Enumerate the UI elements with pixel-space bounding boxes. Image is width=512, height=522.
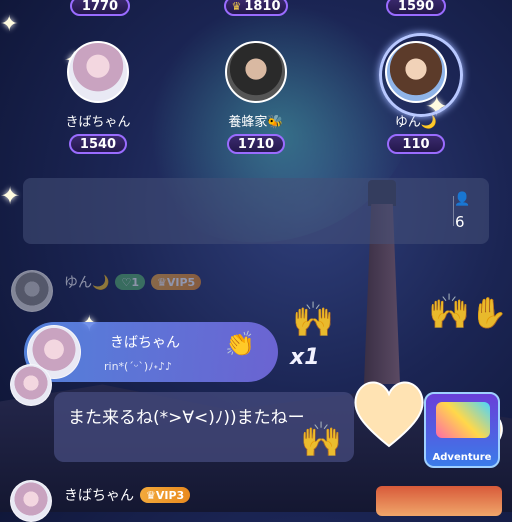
vip-badge: ♛ VIP3 bbox=[140, 487, 191, 503]
vip-badge: ♛ VIP5 bbox=[150, 274, 202, 290]
game-thumbnail bbox=[436, 402, 490, 438]
chat-username[interactable]: ゆん🌙 bbox=[64, 272, 109, 292]
heart-icon bbox=[354, 381, 424, 448]
seat-name: 養蜂家🐝 bbox=[228, 115, 284, 130]
seat-score-top-1: 1770 bbox=[70, 0, 130, 16]
seat-score-top-3: 1590 bbox=[386, 0, 446, 16]
avatar[interactable] bbox=[225, 41, 287, 103]
seat-name: きばちゃん bbox=[65, 115, 131, 130]
room-info-panel[interactable] bbox=[23, 178, 489, 244]
chat-user-line: ゆん🌙 ♡ 1 ♛ VIP5 bbox=[64, 272, 202, 292]
sparkle-icon: ✦ bbox=[0, 12, 19, 37]
seat-score: 1710 bbox=[227, 134, 285, 154]
chat-avatar[interactable] bbox=[10, 364, 52, 406]
clap-hand-icon: 🙌 bbox=[300, 420, 343, 460]
seat-score: 110 bbox=[387, 134, 445, 154]
game-label: Adventure bbox=[432, 452, 492, 463]
clap-hand-icon: 🙌 bbox=[292, 300, 335, 340]
seat-score-top-2: ♛ 1810 bbox=[224, 0, 288, 16]
user-icon: 👤 bbox=[454, 192, 471, 207]
sparkle-icon: ✦ bbox=[0, 182, 21, 210]
game-banner[interactable]: Adventure bbox=[424, 392, 500, 468]
chat-avatar[interactable] bbox=[11, 270, 53, 312]
gift-count: x1 bbox=[290, 345, 320, 370]
viewer-count[interactable]: 6 bbox=[455, 213, 465, 231]
seat-3[interactable]: ゆん🌙 110 bbox=[371, 33, 463, 154]
gift-sender-name: きばちゃん bbox=[110, 335, 180, 351]
crown-icon: ♛ bbox=[231, 0, 242, 13]
gift-subtext: rin*(ˊᵕˋ)ﾉ˖♪♪ bbox=[104, 360, 173, 373]
avatar-frame bbox=[379, 33, 463, 117]
avatar[interactable] bbox=[67, 41, 129, 103]
clap-gift-icon: 👏 bbox=[225, 330, 255, 358]
level-badge: ♡ 1 bbox=[115, 274, 145, 290]
clap-hand-icon: 🙌 bbox=[428, 292, 471, 332]
seat-score: 1540 bbox=[69, 134, 127, 154]
seat-1[interactable]: きばちゃん 1540 bbox=[53, 41, 143, 154]
clap-hand-icon: ✋ bbox=[470, 296, 508, 331]
chat-user-line: きばちゃん ♛ VIP3 bbox=[64, 485, 191, 505]
chat-avatar[interactable] bbox=[10, 480, 52, 522]
chat-username[interactable]: きばちゃん bbox=[64, 485, 134, 505]
seat-2[interactable]: 養蜂家🐝 1710 bbox=[211, 41, 301, 154]
